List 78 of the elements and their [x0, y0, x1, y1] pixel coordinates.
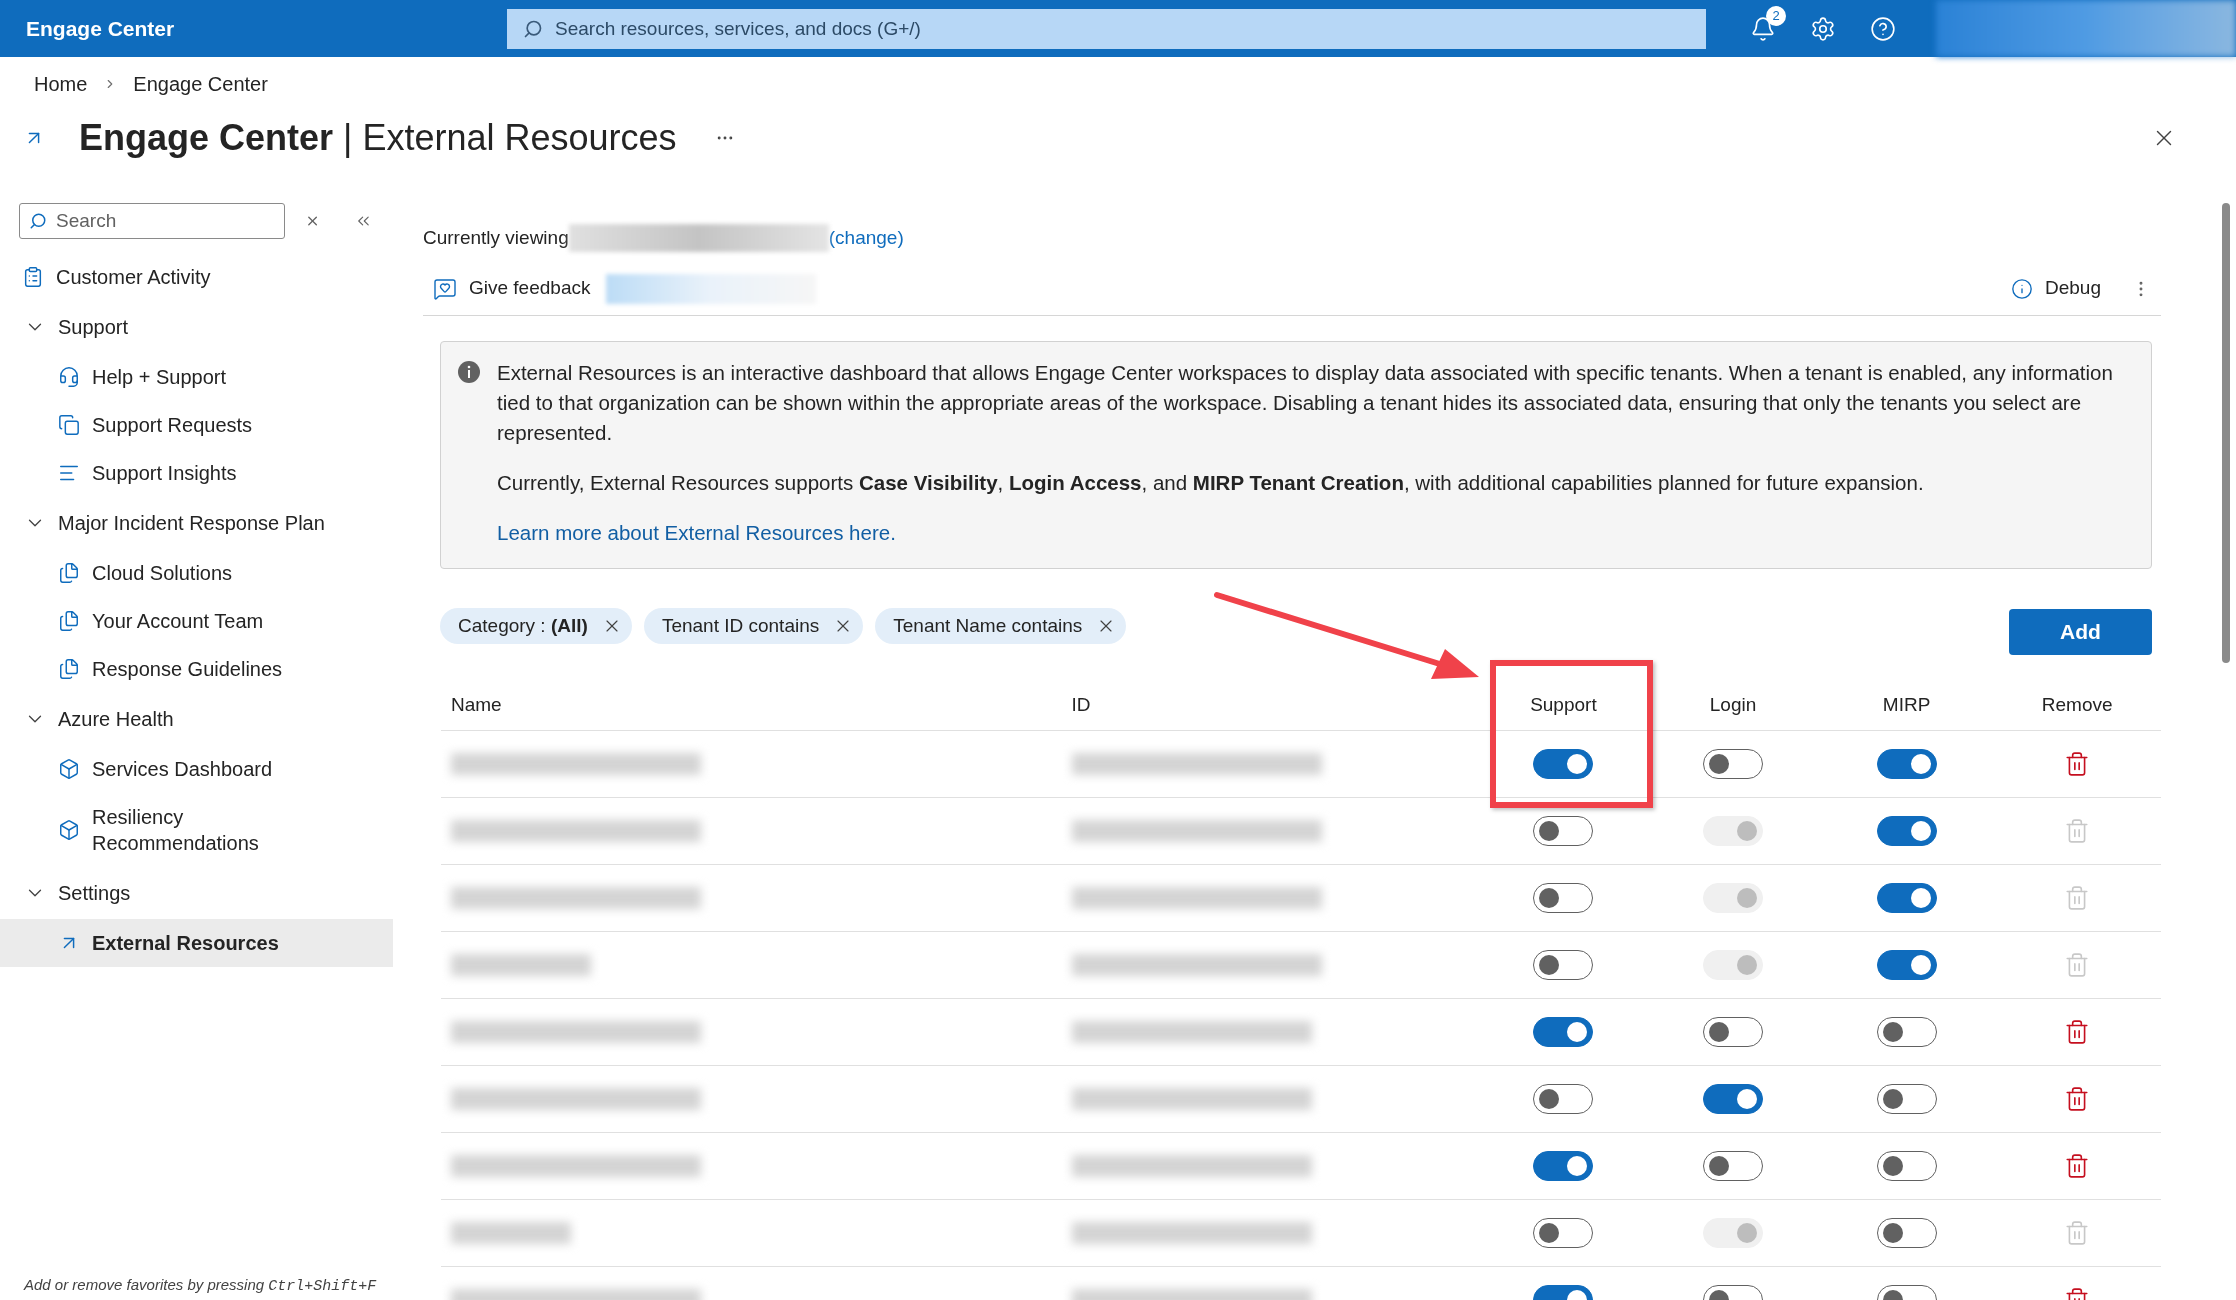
page-title: Engage Center | External Resources — [79, 116, 677, 160]
filter-chip[interactable]: Tenant Name contains — [875, 608, 1127, 644]
search-icon — [29, 212, 47, 230]
toggle-switch[interactable] — [1703, 1151, 1763, 1181]
notification-count: 2 — [1766, 5, 1786, 26]
info-icon — [2011, 277, 2033, 300]
viewing-label: Currently viewing — [423, 225, 569, 250]
app-title[interactable]: Engage Center — [26, 12, 507, 45]
nav-item[interactable]: Cloud Solutions — [0, 549, 393, 597]
toggle-switch[interactable] — [1533, 816, 1594, 846]
nav-item[interactable]: Help + Support — [0, 353, 393, 401]
info-icon — [457, 360, 481, 384]
cube-icon — [58, 758, 80, 780]
toggle-switch[interactable] — [1703, 1084, 1763, 1114]
toggle-switch[interactable] — [1533, 950, 1594, 980]
toggle-switch[interactable] — [1876, 1218, 1937, 1248]
nav-item[interactable]: Response Guidelines — [0, 645, 393, 693]
trash-icon[interactable] — [2064, 1153, 2091, 1179]
toggle-switch[interactable] — [1876, 950, 1937, 980]
add-button[interactable]: Add — [2009, 609, 2152, 655]
documents-icon — [58, 658, 80, 680]
nav-group[interactable]: Major Incident Response Plan — [0, 497, 393, 549]
learn-more-link[interactable]: Learn more about External Resources here. — [497, 518, 896, 548]
nav-item[interactable]: Support Requests — [0, 401, 393, 449]
toggle-switch[interactable] — [1876, 1017, 1937, 1047]
documents-icon — [58, 610, 80, 632]
toggle-switch[interactable] — [1876, 883, 1937, 913]
filter-chip[interactable]: Tenant ID contains — [643, 608, 864, 644]
trash-icon[interactable] — [2064, 751, 2091, 777]
sidebar-search-field[interactable]: Search — [19, 203, 285, 239]
clipboard-icon — [22, 266, 44, 288]
column-header[interactable]: ID — [1071, 694, 1091, 716]
debug-button[interactable]: Debug — [2011, 274, 2101, 303]
toggle-switch[interactable] — [1533, 749, 1594, 779]
info-paragraph: External Resources is an interactive dashboard that allows Engage Center workspaces to display data associated with specific tenants. When a tenant is enabled, any information tied to that organization can be shown within the appropriate areas of the workspace. Disabling a tenant hides its associated data, ensuring that only the tenants you select are represented. — [497, 360, 2114, 446]
stacked-pages-icon — [58, 414, 80, 436]
column-header[interactable]: Support — [1530, 694, 1597, 716]
search-icon — [523, 18, 543, 39]
toggle-switch[interactable] — [1533, 1017, 1594, 1047]
filter-chip[interactable]: Category : (All) — [440, 608, 632, 644]
toggle-switch[interactable] — [1533, 1084, 1594, 1114]
headset-icon — [58, 366, 80, 388]
toggle-switch[interactable] — [1533, 883, 1594, 913]
column-header[interactable]: Login — [1709, 694, 1757, 716]
breadcrumb-link[interactable]: Engage Center — [133, 68, 268, 99]
column-header[interactable]: Name — [451, 694, 502, 716]
documents-icon — [58, 562, 80, 584]
nav-item[interactable]: External Resources — [0, 919, 393, 967]
cube-icon — [58, 819, 80, 841]
breadcrumb-link[interactable]: Home — [34, 68, 88, 99]
settings-icon[interactable] — [1810, 15, 1836, 42]
trash-icon[interactable] — [2064, 1019, 2091, 1045]
toggle-switch[interactable] — [1876, 816, 1937, 846]
nav-group[interactable]: Support — [0, 301, 393, 353]
feedback-button[interactable]: Give feedback — [433, 274, 591, 303]
column-header[interactable]: Remove — [2041, 694, 2113, 716]
toggle-switch[interactable] — [1703, 1017, 1763, 1047]
nav-item[interactable]: Services Dashboard — [0, 745, 393, 793]
help-icon[interactable] — [1870, 15, 1896, 42]
trash-icon[interactable] — [2064, 1086, 2091, 1112]
change-link[interactable]: (change) — [828, 223, 904, 253]
favorites-hint: Add or remove favorites by pressing Ctrl+Shift+F — [24, 1276, 377, 1293]
nav-item[interactable]: Customer Activity — [0, 253, 393, 301]
nav-group[interactable]: Settings — [0, 867, 393, 919]
toggle-switch[interactable] — [1533, 1151, 1594, 1181]
search-field[interactable]: Search resources, services, and docs (G+/) — [507, 8, 1706, 49]
nav-group[interactable]: Azure Health — [0, 693, 393, 745]
column-header[interactable]: MIRP — [1882, 694, 1931, 716]
nav-item[interactable]: Your Account Team — [0, 597, 393, 645]
info-paragraph: Currently, External Resources supports Case Visibility, Login Access, and MIRP Tenant Creation, with additional capabilities planned for future expansion. — [497, 470, 1925, 496]
feedback-icon — [433, 276, 457, 301]
toggle-switch[interactable] — [1876, 1151, 1937, 1181]
nav-item[interactable]: Resiliency Recommendations — [0, 793, 393, 867]
toggle-switch[interactable] — [1876, 749, 1937, 779]
toggle-switch[interactable] — [1703, 749, 1763, 779]
toggle-switch[interactable] — [1876, 1084, 1937, 1114]
nav-item[interactable]: Support Insights — [0, 449, 393, 497]
toggle-switch[interactable] — [1533, 1218, 1594, 1248]
